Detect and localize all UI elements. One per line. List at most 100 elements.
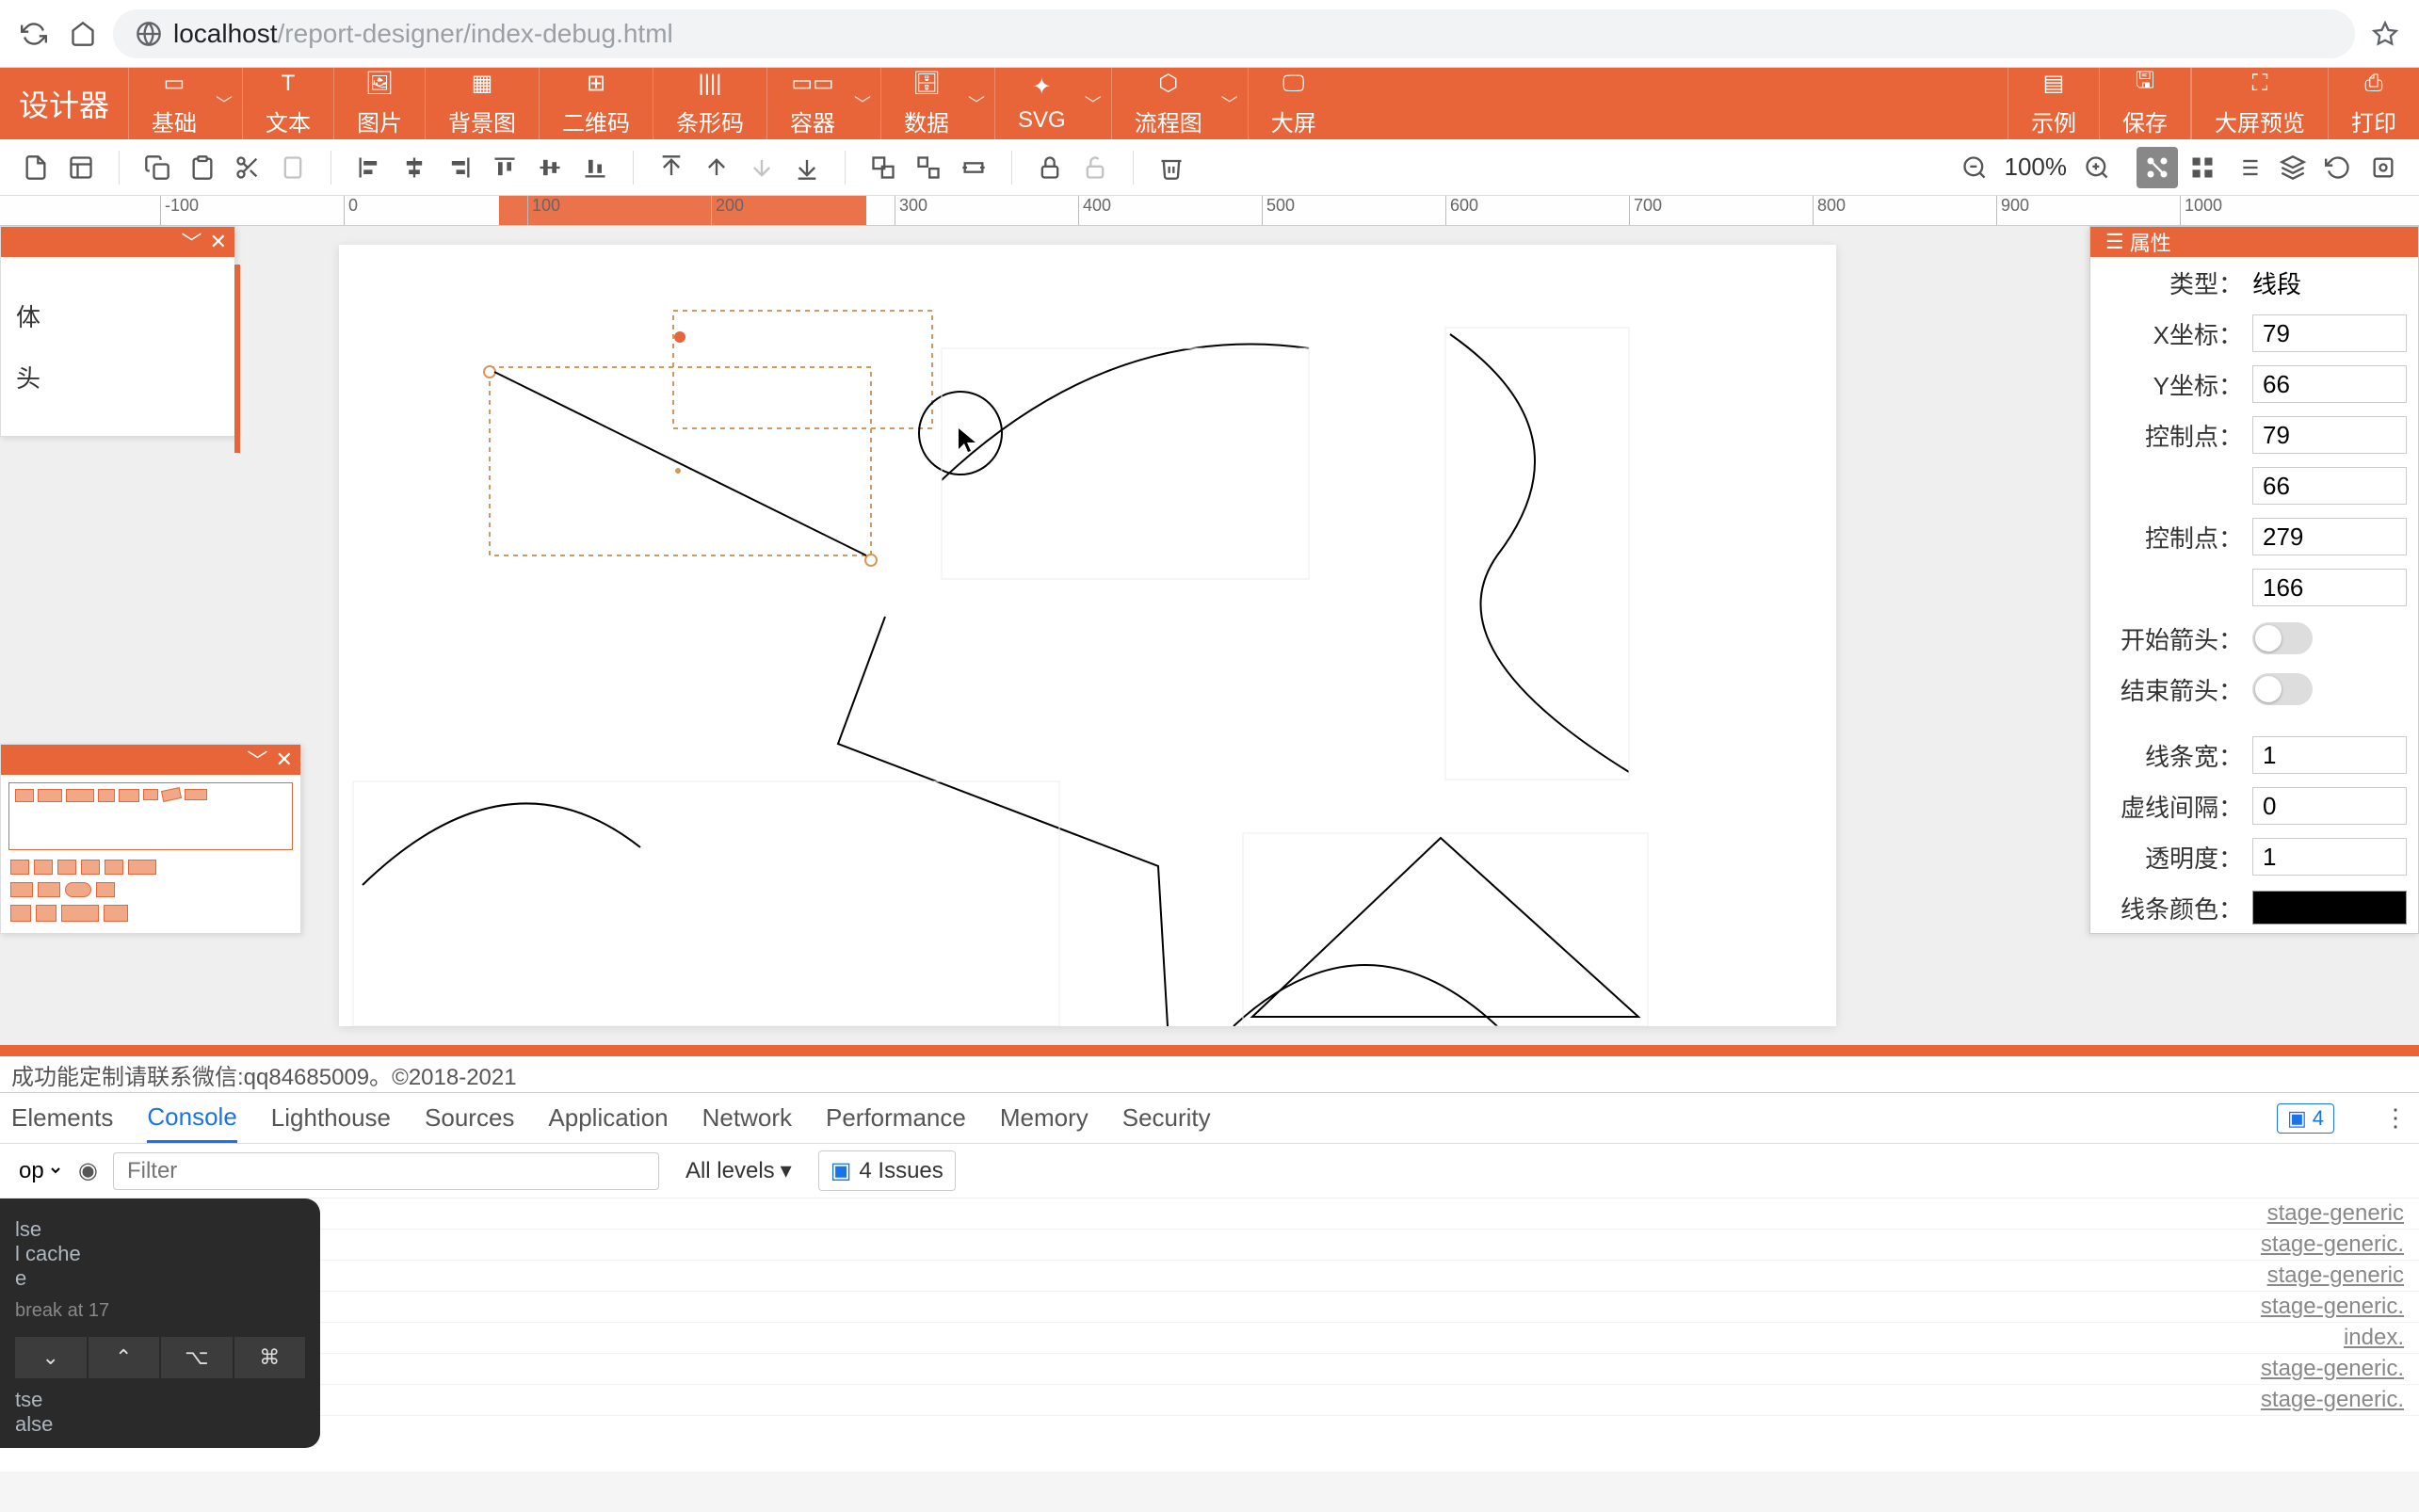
cp2x-input[interactable] <box>2252 518 2407 555</box>
design-canvas[interactable] <box>339 245 1836 1026</box>
cp2y-input[interactable] <box>2252 569 2407 606</box>
devtools-message-badge[interactable]: ▣4 <box>2277 1103 2334 1134</box>
toolbar-base[interactable]: ▭基础﹀ <box>128 68 242 139</box>
toolbar-data[interactable]: 🗄数据﹀ <box>880 68 994 139</box>
step-out-icon[interactable]: ⌥ <box>161 1337 233 1378</box>
source-link[interactable]: stage-generic <box>2267 1200 2404 1227</box>
y-input[interactable] <box>2252 365 2407 403</box>
devtools-tab-console[interactable]: Console <box>147 1093 236 1143</box>
source-link[interactable]: stage-generic. <box>2261 1356 2404 1382</box>
devtools-tab-sources[interactable]: Sources <box>425 1093 514 1143</box>
history-icon[interactable] <box>2317 147 2359 188</box>
toolbar-text[interactable]: T文本 <box>242 68 333 139</box>
dash-input[interactable] <box>2252 787 2407 825</box>
console-line: stage-generic <box>0 1198 2419 1230</box>
live-expression-icon[interactable]: ◉ <box>78 1157 98 1184</box>
align-center-h-icon[interactable] <box>394 147 435 188</box>
home-icon[interactable] <box>64 15 102 53</box>
prop-label: 线条宽： <box>2102 738 2243 773</box>
group-icon[interactable] <box>863 147 904 188</box>
toolbar-container[interactable]: ▭▭容器﹀ <box>766 68 880 139</box>
context-select[interactable]: op <box>11 1153 63 1188</box>
data-icon: 🗄 <box>912 71 941 97</box>
view-tree-icon[interactable] <box>2137 147 2178 188</box>
settings-icon[interactable] <box>2363 147 2404 188</box>
bring-forward-icon[interactable] <box>696 147 737 188</box>
page-thumbnails[interactable] <box>1 775 300 933</box>
toolbar-image[interactable]: 🖼图片 <box>333 68 425 139</box>
source-link[interactable]: stage-generic. <box>2261 1294 2404 1320</box>
source-link[interactable]: index. <box>2344 1325 2404 1351</box>
start-arrow-toggle[interactable] <box>2252 622 2313 654</box>
lock-icon[interactable] <box>1029 147 1071 188</box>
zoom-in-icon[interactable] <box>2076 147 2118 188</box>
align-right-icon[interactable] <box>439 147 480 188</box>
panel-minimize-icon[interactable]: ﹀ <box>182 227 202 257</box>
end-arrow-toggle[interactable] <box>2252 673 2313 705</box>
new-file-icon[interactable] <box>15 147 56 188</box>
log-levels-select[interactable]: All levels▾ <box>674 1151 803 1190</box>
toolbar-preview[interactable]: ⛶大屏预览 <box>2191 68 2328 139</box>
toolbar-qrcode[interactable]: ⊞二维码 <box>539 68 653 139</box>
template-icon[interactable] <box>60 147 102 188</box>
toolbar-label: 条形码 <box>676 105 744 137</box>
devtools-tab-lighthouse[interactable]: Lighthouse <box>271 1093 391 1143</box>
toolbar-example[interactable]: ▤示例 <box>2008 68 2099 139</box>
toolbar-bgimage[interactable]: ▦背景图 <box>425 68 539 139</box>
view-grid-icon[interactable] <box>2182 147 2223 188</box>
devtools-tab-security[interactable]: Security <box>1122 1093 1211 1143</box>
source-link[interactable]: stage-generic <box>2267 1263 2404 1289</box>
linewidth-input[interactable] <box>2252 736 2407 774</box>
toolbar-svg[interactable]: ✦SVG﹀ <box>994 68 1111 139</box>
layers-icon[interactable] <box>2272 147 2314 188</box>
resume-icon[interactable]: ⌘ <box>234 1337 306 1378</box>
bring-front-icon[interactable] <box>651 147 692 188</box>
toolbar-save[interactable]: 🖫保存 <box>2099 68 2190 139</box>
console-filter-input[interactable] <box>113 1152 659 1190</box>
align-left-icon[interactable] <box>348 147 390 188</box>
cp1y-input[interactable] <box>2252 467 2407 505</box>
paste-icon[interactable] <box>182 147 223 188</box>
toolbar-barcode[interactable]: ||||条形码 <box>653 68 766 139</box>
devtools-more-icon[interactable]: ⋮ <box>2383 1103 2408 1133</box>
toolbar-label: 容器 <box>790 105 835 137</box>
opacity-input[interactable] <box>2252 838 2407 876</box>
clipboard-icon <box>272 147 314 188</box>
list-item[interactable]: 头 <box>16 360 219 394</box>
panel-close-icon[interactable]: ✕ <box>210 230 227 254</box>
zoom-out-icon[interactable] <box>1954 147 1995 188</box>
reload-icon[interactable] <box>15 15 53 53</box>
issues-button[interactable]: ▣4 Issues <box>818 1150 956 1191</box>
devtools-tab-elements[interactable]: Elements <box>11 1093 113 1143</box>
address-field[interactable]: localhost/report-designer/index-debug.ht… <box>113 9 2355 58</box>
toolbar-print[interactable]: ⎙打印 <box>2328 68 2419 139</box>
copy-icon[interactable] <box>137 147 178 188</box>
source-link[interactable]: stage-generic. <box>2261 1387 2404 1413</box>
source-link[interactable]: stage-generic. <box>2261 1231 2404 1258</box>
align-middle-v-icon[interactable] <box>529 147 571 188</box>
delete-icon[interactable] <box>1151 147 1192 188</box>
devtools-tab-memory[interactable]: Memory <box>1000 1093 1089 1143</box>
panel-close-icon[interactable]: ✕ <box>276 748 293 772</box>
view-list-icon[interactable] <box>2227 147 2268 188</box>
devtools-tab-application[interactable]: Application <box>548 1093 668 1143</box>
devtools-tab-performance[interactable]: Performance <box>826 1093 966 1143</box>
x-input[interactable] <box>2252 314 2407 352</box>
merge-icon[interactable] <box>953 147 994 188</box>
panel-minimize-icon[interactable]: ﹀ <box>248 745 268 775</box>
cut-icon[interactable] <box>227 147 268 188</box>
list-item[interactable]: 体 <box>16 298 219 333</box>
line-color-swatch[interactable] <box>2252 891 2407 925</box>
align-bottom-icon[interactable] <box>574 147 616 188</box>
ungroup-icon[interactable] <box>908 147 949 188</box>
send-back-icon[interactable] <box>786 147 828 188</box>
step-over-icon[interactable]: ⌄ <box>15 1337 87 1378</box>
ruler-tick: 400 <box>1078 196 1111 225</box>
devtools-tab-network[interactable]: Network <box>702 1093 792 1143</box>
toolbar-flow[interactable]: ⬡流程图﹀ <box>1111 68 1248 139</box>
cp1x-input[interactable] <box>2252 416 2407 454</box>
toolbar-bigscreen[interactable]: 🖵大屏 <box>1248 68 1339 139</box>
step-into-icon[interactable]: ⌃ <box>89 1337 160 1378</box>
bookmark-star-icon[interactable] <box>2366 15 2404 53</box>
align-top-icon[interactable] <box>484 147 525 188</box>
